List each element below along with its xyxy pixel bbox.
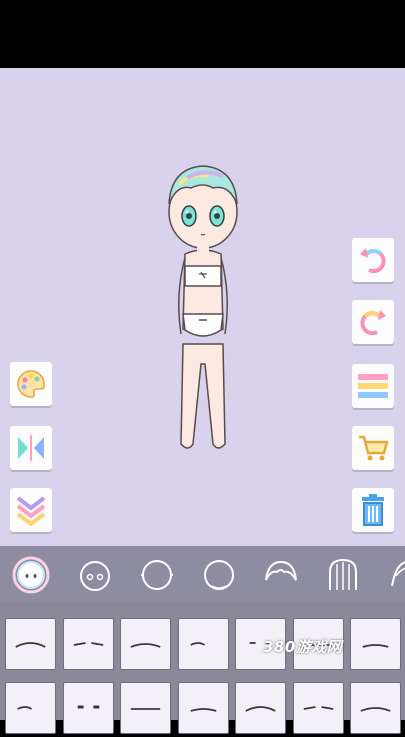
eyebrow-icon [130,708,161,710]
character-doll [168,165,238,449]
eyebrow-option-tile[interactable] [62,682,114,734]
undo-icon [360,248,386,274]
undo-button[interactable] [352,238,394,282]
eyebrow-option-tile[interactable] [177,682,229,734]
item-palette [0,602,405,734]
redo-icon [360,310,386,336]
category-skin-tone[interactable] [12,556,50,594]
category-head-outline[interactable] [200,556,238,594]
eyebrow-icon [17,706,32,710]
redo-button[interactable] [352,300,394,344]
hair-extra-icon [391,561,405,587]
eyebrow-icon [303,706,333,710]
category-hair-extra[interactable] [386,556,405,594]
chevron-down-icon [16,496,46,526]
skin-tone-icon [12,556,50,594]
eyebrow-icon [77,705,99,709]
eyebrow-option-tile[interactable] [177,618,229,670]
eyebrow-icon [73,642,103,646]
face-icon [80,561,110,591]
eyebrow-option-tile[interactable] [120,618,171,670]
eyebrow-icon [130,643,161,648]
eyebrow-icon [362,644,389,648]
category-back-hair[interactable] [324,556,362,594]
shop-button[interactable] [352,426,394,470]
eyebrow-option-tile[interactable] [5,618,56,670]
category-face[interactable] [76,556,114,594]
watermark-text: 380游戏网 [263,638,343,656]
shopping-cart-icon [359,435,389,461]
head-outline-icon [204,560,234,590]
flip-icon [18,435,44,461]
eyebrow-option-tile[interactable] [62,618,114,670]
menu-button[interactable] [352,364,394,408]
color-palette-icon [17,370,45,398]
delete-button[interactable] [352,488,394,532]
trash-icon [362,494,384,526]
category-head-shape[interactable] [138,556,176,594]
eyebrow-option-tile[interactable] [120,682,171,734]
head-shape-icon [141,560,173,590]
eyebrow-option-tile[interactable] [5,682,56,734]
eyebrow-icon [360,707,391,712]
back-hair-icon [329,558,357,590]
top-status-bar [0,0,405,68]
eyebrow-icon [190,708,216,712]
category-front-hair[interactable] [262,556,300,594]
eyebrow-icon [189,642,205,646]
eyebrow-icon [15,642,46,648]
eyebrow-option-tile[interactable] [235,682,286,734]
flip-button[interactable] [10,426,52,470]
eyebrow-icon [245,706,276,712]
category-toolbar [0,546,405,602]
front-hair-icon [265,560,297,581]
character-canvas [0,68,405,546]
eyebrow-option-tile[interactable] [350,618,401,670]
collapse-button[interactable] [10,488,52,532]
color-button[interactable] [10,362,52,406]
eyebrow-option-tile[interactable] [292,682,344,734]
menu-lines-icon [358,374,388,398]
eyebrow-option-tile[interactable] [350,682,401,734]
